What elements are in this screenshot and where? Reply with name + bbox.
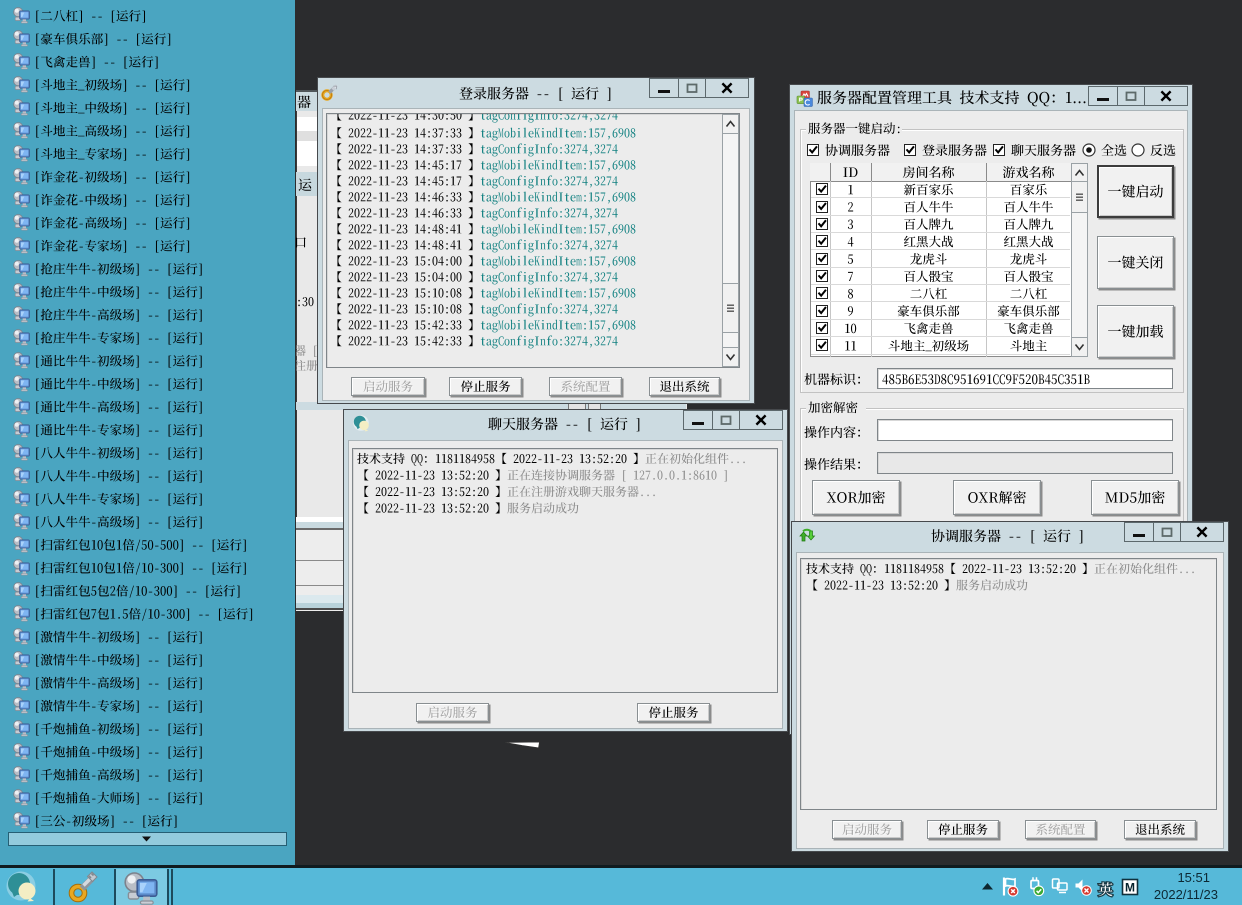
svg-text:M: M <box>1125 881 1135 895</box>
svg-text:2022/11/23: 2022/11/23 <box>1154 887 1218 902</box>
svg-text:15:51: 15:51 <box>1177 870 1210 885</box>
